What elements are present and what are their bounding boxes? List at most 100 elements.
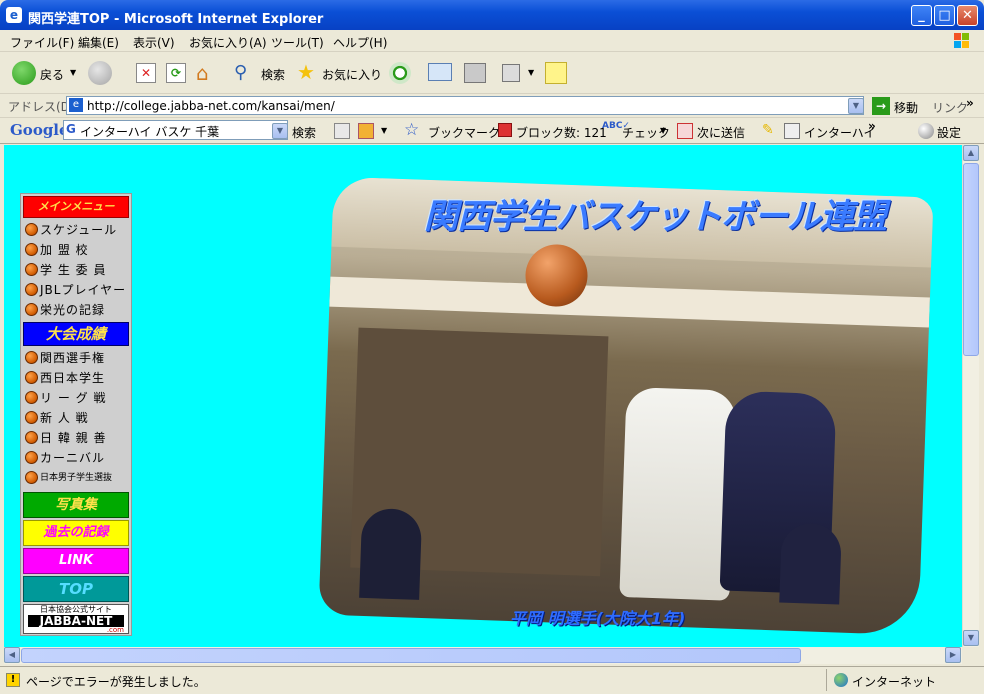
refresh-icon[interactable]: ⟳ — [166, 63, 186, 83]
google-toolbar: Google G インターハイ バスケ 千葉 ▼ 検索 ▼ ☆ ブックマーク ブ… — [0, 118, 984, 144]
stop-icon[interactable]: ✕ — [136, 63, 156, 83]
nav-item-japan-korea[interactable]: 日 韓 親 善 — [23, 428, 129, 448]
google-logo[interactable]: Google — [10, 121, 69, 139]
menu-bar: ファイル(F) 編集(E) 表示(V) お気に入り(A) ツール(T) ヘルプ(… — [0, 30, 984, 52]
basketball-icon — [25, 283, 38, 296]
mail-icon[interactable] — [428, 63, 452, 81]
link-button[interactable]: LINK — [23, 548, 129, 574]
warning-icon[interactable]: ! — [6, 673, 20, 687]
more-chevron-icon[interactable]: » — [868, 119, 876, 133]
page-icon: e — [69, 98, 83, 112]
go-arrow-icon[interactable]: → — [872, 97, 890, 115]
check-dropdown-icon[interactable]: ▼ — [660, 126, 666, 135]
forward-arrow-icon[interactable] — [88, 61, 112, 85]
settings-button[interactable]: 設定 — [937, 124, 961, 141]
basketball-icon — [25, 243, 38, 256]
google-search-input[interactable]: G インターハイ バスケ 千葉 — [63, 120, 288, 140]
chevron-icon[interactable]: » — [966, 96, 974, 110]
photo-gallery-button[interactable]: 写真集 — [23, 492, 129, 518]
nav-item-member-schools[interactable]: 加 盟 校 — [23, 240, 129, 260]
nav-item-rookie[interactable]: 新 人 戦 — [23, 408, 129, 428]
horizontal-scroll-thumb[interactable] — [21, 648, 801, 663]
google-search-button[interactable]: 検索 — [292, 124, 316, 141]
nav-item-jbl-player[interactable]: JBLプレイヤー — [23, 280, 129, 300]
menu-edit[interactable]: 編集(E) — [78, 34, 119, 51]
menu-tools[interactable]: ツール(T) — [271, 34, 324, 51]
blocked-count[interactable]: ブロック数: 121 — [516, 124, 607, 141]
nav-item-schedule[interactable]: スケジュール — [23, 220, 129, 240]
basketball-icon — [25, 303, 38, 316]
popup-block-icon[interactable] — [498, 123, 512, 137]
edit-dropdown-icon[interactable]: ▼ — [528, 68, 534, 77]
basketball-icon — [25, 471, 38, 484]
address-dropdown-icon[interactable]: ▼ — [848, 98, 864, 114]
vertical-scroll-thumb[interactable] — [963, 163, 979, 356]
status-divider — [826, 669, 827, 691]
ie-icon[interactable]: e — [6, 7, 22, 23]
basketball-icon — [25, 371, 38, 384]
minimize-button[interactable]: _ — [911, 5, 932, 26]
scroll-left-icon[interactable]: ◀ — [4, 647, 20, 663]
dropdown-icon[interactable]: ▼ — [381, 126, 387, 135]
scroll-up-icon[interactable]: ▲ — [963, 145, 979, 161]
horizontal-scrollbar[interactable]: ◀ ▶ — [4, 647, 962, 664]
menu-help[interactable]: ヘルプ(H) — [333, 34, 387, 51]
close-button[interactable]: ✕ — [957, 5, 978, 26]
site-title: 関西学生バスケットボール連盟 — [424, 197, 887, 237]
menu-file[interactable]: ファイル(F) — [10, 34, 74, 51]
favorites-button[interactable]: お気に入り — [322, 66, 382, 83]
home-icon[interactable]: ⌂ — [196, 62, 220, 84]
address-url: http://college.jabba-net.com/kansai/men/ — [87, 99, 335, 113]
favorites-star-icon[interactable]: ★ — [297, 60, 315, 84]
nav-item-glory-record[interactable]: 栄光の記録 — [23, 300, 129, 320]
nav-item-kansai-championship[interactable]: 関西選手権 — [23, 348, 129, 368]
links-button[interactable]: リンク — [932, 99, 968, 116]
security-zone: インターネット — [852, 675, 937, 689]
search-button[interactable]: 検索 — [261, 66, 285, 83]
settings-icon[interactable] — [918, 123, 934, 139]
send-button[interactable]: 次に送信 — [697, 124, 745, 141]
scroll-down-icon[interactable]: ▼ — [963, 630, 979, 646]
note-icon[interactable] — [545, 62, 567, 84]
address-bar: アドレス(D) e http://college.jabba-net.com/k… — [0, 94, 984, 118]
nav-item-student-committee[interactable]: 学 生 委 員 — [23, 260, 129, 280]
go-button[interactable]: 移動 — [894, 99, 918, 116]
status-message: ページでエラーが発生しました。 — [26, 675, 206, 689]
search-icon[interactable]: ⚲ — [234, 62, 247, 83]
bookmarks-button[interactable]: ブックマーク — [428, 124, 500, 141]
vertical-scrollbar[interactable]: ▲ ▼ — [962, 145, 979, 647]
back-dropdown-icon[interactable]: ▼ — [70, 68, 76, 77]
find-icon[interactable] — [784, 123, 800, 139]
basketball-icon — [25, 351, 38, 364]
edit-icon[interactable] — [502, 64, 520, 82]
send-icon[interactable] — [677, 123, 693, 139]
menu-view[interactable]: 表示(V) — [133, 34, 175, 51]
address-label: アドレス(D) — [8, 100, 75, 114]
nav-item-japan-selection[interactable]: 日本男子学生選抜 — [23, 468, 129, 488]
news-icon[interactable] — [334, 123, 350, 139]
nav-item-west-japan[interactable]: 西日本学生 — [23, 368, 129, 388]
back-arrow-icon[interactable] — [12, 61, 36, 85]
menu-favorites[interactable]: お気に入り(A) — [189, 34, 267, 51]
maximize-button[interactable]: □ — [934, 5, 955, 26]
scroll-right-icon[interactable]: ▶ — [945, 647, 961, 663]
top-button[interactable]: TOP — [23, 576, 129, 602]
back-button[interactable]: 戻る — [40, 66, 64, 83]
address-input[interactable]: e http://college.jabba-net.com/kansai/me… — [66, 96, 864, 115]
jabba-net-banner[interactable]: 日本協会公式サイト JABBA-NET .com — [23, 604, 129, 634]
jabba-com: .com — [106, 626, 124, 634]
interhigh-button[interactable]: インターハイ — [804, 124, 876, 141]
highlight-icon[interactable]: ✎ — [762, 122, 774, 138]
pagerank-icon[interactable] — [358, 123, 374, 139]
title-bar: e 関西学連TOP - Microsoft Internet Explorer … — [0, 0, 984, 30]
basketball-icon — [25, 223, 38, 236]
bookmark-star-icon[interactable]: ☆ — [404, 120, 419, 140]
nav-item-league[interactable]: リ ー グ 戦 — [23, 388, 129, 408]
google-dropdown-icon[interactable]: ▼ — [272, 123, 288, 139]
past-records-button[interactable]: 過去の記録 — [23, 520, 129, 546]
print-icon[interactable] — [464, 63, 486, 83]
google-g-icon: G — [66, 122, 76, 136]
window-title: 関西学連TOP - Microsoft Internet Explorer — [28, 12, 324, 27]
nav-item-carnival[interactable]: カーニバル — [23, 448, 129, 468]
history-icon[interactable] — [389, 62, 411, 84]
